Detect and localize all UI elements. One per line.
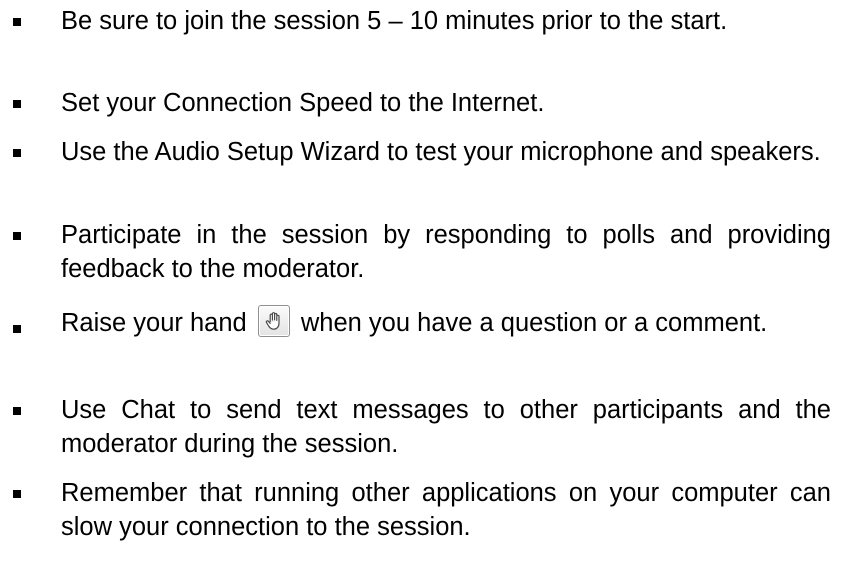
bullet-icon	[13, 232, 21, 240]
raise-hand-text-after: when you have a question or a comment.	[300, 309, 768, 337]
list-item-text: Raise your hand when you have a question…	[61, 301, 831, 345]
bullet-icon	[13, 325, 21, 333]
list-item-text: Use Chat to send text messages to other …	[61, 396, 831, 458]
raise-hand-icon	[257, 305, 290, 337]
bullet-icon	[13, 407, 21, 415]
bullet-icon	[13, 149, 21, 157]
bullet-icon	[13, 100, 21, 108]
list-item-text: Participate in the session by responding…	[61, 221, 831, 283]
bullet-icon	[13, 490, 21, 498]
list-item-text: Set your Connection Speed to the Interne…	[61, 89, 545, 117]
list-item-text: Remember that running other applications…	[61, 479, 831, 541]
list-item-text: Be sure to join the session 5 – 10 minut…	[61, 7, 728, 35]
raise-hand-text-before: Raise your hand	[61, 309, 247, 337]
list-item-text: Use the Audio Setup Wizard to test your …	[61, 138, 821, 166]
bullet-icon	[13, 18, 21, 26]
